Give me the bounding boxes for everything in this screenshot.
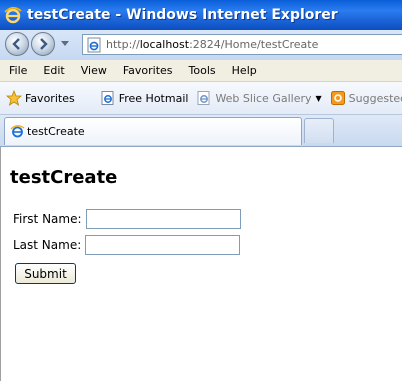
favorites-bar: Favorites Free Hotmail Web Slice Gallery… xyxy=(0,82,402,115)
favorite-link-suggested-sites[interactable]: Suggested Sites xyxy=(330,91,402,105)
ie-logo-icon xyxy=(4,6,22,24)
favorites-button-label: Favorites xyxy=(25,91,75,105)
page-content: testCreate First Name: Last Name: Submit xyxy=(0,147,402,381)
tab-label: testCreate xyxy=(27,125,85,138)
chevron-down-icon[interactable]: ▼ xyxy=(316,94,322,103)
favorite-link-free-hotmail[interactable]: Free Hotmail xyxy=(101,91,189,105)
first-name-label: First Name: xyxy=(13,212,82,226)
favorites-button[interactable]: Favorites xyxy=(6,90,75,106)
star-icon xyxy=(6,90,22,106)
url-scheme: http:// xyxy=(106,38,140,51)
menu-view[interactable]: View xyxy=(73,64,115,77)
menu-favorites[interactable]: Favorites xyxy=(115,64,181,77)
submit-button[interactable]: Submit xyxy=(15,263,76,284)
title-bar: testCreate - Windows Internet Explorer xyxy=(0,0,402,30)
tab-testcreate[interactable]: testCreate xyxy=(4,117,302,145)
ie-page-icon xyxy=(10,125,25,138)
menu-file[interactable]: File xyxy=(0,64,35,77)
recent-pages-dropdown[interactable] xyxy=(60,39,70,49)
menu-bar: File Edit View Favorites Tools Help xyxy=(0,60,402,82)
back-arrow-icon xyxy=(12,38,20,50)
back-button[interactable] xyxy=(5,32,29,56)
forward-button[interactable] xyxy=(31,32,55,56)
tab-bar: testCreate xyxy=(0,115,402,147)
favorite-link-label: Suggested Sites xyxy=(348,91,402,105)
window-title: testCreate - Windows Internet Explorer xyxy=(27,7,338,23)
new-tab-button[interactable] xyxy=(304,118,334,143)
first-name-row: First Name: xyxy=(13,209,241,229)
page-icon xyxy=(87,37,101,52)
url-host: localhost xyxy=(139,38,190,51)
forward-arrow-icon xyxy=(40,38,48,50)
favorite-link-label: Web Slice Gallery xyxy=(215,91,312,105)
page-title: testCreate xyxy=(10,167,118,188)
favorite-link-web-slice-gallery[interactable]: Web Slice Gallery ▼ xyxy=(197,91,322,105)
navigation-bar: http://localhost:2824/Home/testCreate xyxy=(0,30,402,60)
menu-help[interactable]: Help xyxy=(224,64,265,77)
last-name-row: Last Name: xyxy=(13,235,241,255)
last-name-field[interactable] xyxy=(85,235,241,255)
suggested-sites-icon xyxy=(330,91,345,105)
menu-edit[interactable]: Edit xyxy=(35,64,72,77)
ie-page-icon xyxy=(101,91,114,105)
web-slice-icon xyxy=(197,91,210,105)
favorite-link-label: Free Hotmail xyxy=(118,91,189,105)
first-name-field[interactable] xyxy=(85,209,241,229)
last-name-label: Last Name: xyxy=(13,238,82,252)
chevron-down-icon xyxy=(61,41,69,46)
menu-tools[interactable]: Tools xyxy=(181,64,224,77)
address-bar[interactable]: http://localhost:2824/Home/testCreate xyxy=(82,34,402,55)
url-path: :2824/Home/testCreate xyxy=(189,38,319,51)
